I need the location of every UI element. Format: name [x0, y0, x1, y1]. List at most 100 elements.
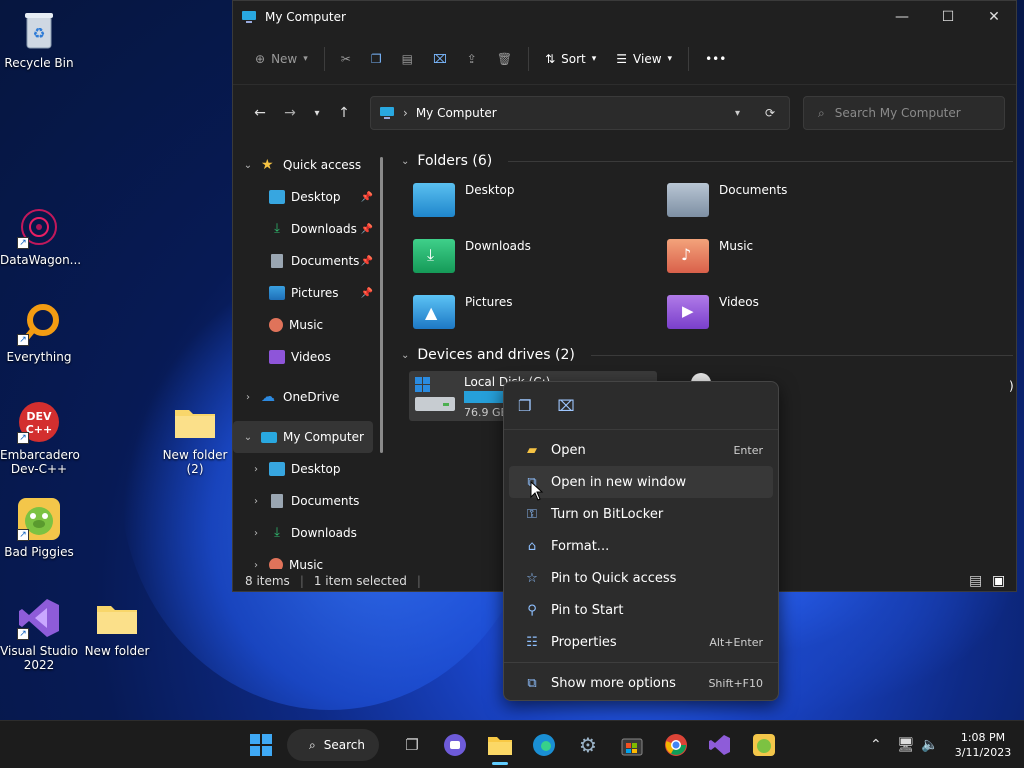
visual-studio-taskbar-button[interactable] [705, 730, 735, 760]
nav-quick-pictures[interactable]: Pictures 📌 [233, 277, 383, 309]
taskbar-clock[interactable]: 1:08 PM 3/11/2023 [948, 730, 1018, 760]
search-box[interactable]: ⌕ Search My Computer [803, 96, 1005, 130]
more-options-button[interactable]: ••• [695, 46, 736, 72]
folder-icon [488, 737, 512, 755]
menu-item-open-new-window[interactable]: ⧉ Open in new window [509, 466, 773, 498]
documents-folder-icon [667, 183, 709, 217]
folder-desktop[interactable]: Desktop [413, 183, 515, 217]
chevron-down-icon: ▾ [314, 107, 320, 119]
chevron-right-icon: › [246, 391, 250, 403]
copy-button[interactable]: ❐ [361, 46, 392, 72]
nav-quick-music[interactable]: Music [233, 309, 383, 341]
menu-item-properties[interactable]: ☷ Properties Alt+Enter [509, 626, 773, 658]
nav-quick-documents[interactable]: Documents 📌 [233, 245, 383, 277]
edge-button[interactable] [529, 730, 559, 760]
devices-section-header[interactable]: ⌄ Devices and drives (2) [393, 343, 1013, 367]
store-button[interactable] [617, 730, 647, 760]
copy-icon: ❐ [370, 51, 382, 66]
task-view-button[interactable]: ❐ [397, 730, 427, 760]
desktop-icon-new-folder-2[interactable]: New folder (2) [156, 400, 234, 476]
copy-icon[interactable]: ❐ [518, 397, 531, 415]
share-button[interactable]: ⇪ [457, 46, 487, 72]
details-view-button[interactable]: ▤ [969, 573, 982, 589]
address-path[interactable]: My Computer [416, 106, 497, 120]
maximize-button[interactable]: ☐ [925, 1, 971, 33]
breadcrumb-chevron-icon: › [403, 106, 408, 120]
taskbar: ⌕ Search ❐ ⚙ ⌃ 🖥 🔈 1:08 PM 3/11/2023 [0, 720, 1024, 768]
menu-item-pin-quick-access[interactable]: ☆ Pin to Quick access [509, 562, 773, 594]
chevron-right-icon: › [254, 463, 258, 475]
nav-quick-access[interactable]: ⌄ ★ Quick access [233, 149, 383, 181]
desktop-icon-recycle-bin[interactable]: ♻ Recycle Bin [0, 8, 78, 70]
downloads-folder-icon: ⤓ [413, 239, 455, 273]
paste-button[interactable]: ▤ [392, 46, 423, 72]
recent-locations-button[interactable]: ▾ [305, 98, 329, 128]
desktop-icon-new-folder[interactable]: New folder [78, 596, 156, 658]
minimize-button[interactable]: — [879, 1, 925, 33]
nav-scrollbar[interactable] [380, 157, 383, 453]
bad-piggies-icon [753, 734, 775, 756]
chat-button[interactable] [440, 730, 470, 760]
desktop-icon-everything[interactable]: ↗ Everything [0, 302, 78, 364]
taskbar-search-button[interactable]: ⌕ Search [287, 729, 379, 761]
folder-pictures[interactable]: ▲ Pictures [413, 295, 513, 329]
rename-icon: ⌧ [432, 51, 447, 66]
bad-piggies-taskbar-button[interactable] [749, 730, 779, 760]
nav-computer-downloads[interactable]: › ⤓ Downloads [233, 517, 383, 549]
chevron-down-icon: ▾ [303, 53, 308, 64]
shortcut-arrow-icon: ↗ [17, 432, 29, 444]
folder-downloads[interactable]: ⤓ Downloads [413, 239, 531, 273]
rename-icon[interactable]: ⌧ [557, 397, 574, 415]
cut-button[interactable]: ✂ [331, 46, 361, 72]
view-button[interactable]: ☰ View ▾ [606, 46, 682, 72]
more-icon: ••• [705, 51, 727, 66]
file-explorer-button[interactable] [485, 730, 515, 765]
edge-icon [533, 734, 555, 756]
menu-item-pin-start[interactable]: ⚲ Pin to Start [509, 594, 773, 626]
settings-button[interactable]: ⚙ [573, 730, 603, 760]
forward-button[interactable]: → [275, 98, 305, 128]
delete-button[interactable]: 🗑 [487, 46, 522, 72]
nav-quick-desktop[interactable]: Desktop 📌 [233, 181, 383, 213]
desktop-icon-label: New folder (2) [162, 448, 228, 476]
rename-button[interactable]: ⌧ [423, 46, 457, 72]
up-button[interactable]: ↑ [329, 98, 359, 128]
start-button[interactable] [246, 730, 276, 760]
chevron-right-icon: › [254, 559, 258, 570]
more-options-icon: ⧉ [527, 675, 537, 691]
desktop-icon-datawagon[interactable]: ↗ DataWagon... [0, 205, 81, 267]
refresh-icon[interactable]: ⟳ [765, 106, 775, 120]
pictures-icon [269, 286, 285, 300]
menu-item-open[interactable]: ▰ Open Enter [509, 434, 773, 466]
folder-music[interactable]: ♪ Music [667, 239, 753, 273]
back-button[interactable]: ← [245, 98, 275, 128]
folder-documents[interactable]: Documents [667, 183, 787, 217]
nav-computer-documents[interactable]: › Documents [233, 485, 383, 517]
volume-icon[interactable]: 🔈 [921, 721, 938, 768]
show-hidden-icons-button[interactable]: ⌃ [870, 721, 882, 768]
pin-icon: 📌 [360, 223, 373, 235]
chrome-button[interactable] [661, 730, 691, 760]
desktop-icon-devcpp[interactable]: DEV C++ ↗ Embarcadero Dev-C++ [0, 400, 80, 476]
address-history-chevron-icon[interactable]: ▾ [735, 108, 740, 119]
tiles-view-button[interactable]: ▣ [992, 573, 1005, 589]
nav-computer-music[interactable]: › Music [233, 549, 383, 569]
menu-item-show-more-options[interactable]: ⧉ Show more options Shift+F10 [509, 667, 773, 699]
desktop-icon-bad-piggies[interactable]: ↗ Bad Piggies [0, 497, 78, 559]
network-icon[interactable]: 🖥 [897, 721, 915, 768]
folder-videos[interactable]: ▶ Videos [667, 295, 759, 329]
nav-label: OneDrive [283, 390, 340, 404]
new-button[interactable]: ⊕ New ▾ [245, 46, 318, 72]
folders-section-header[interactable]: ⌄ Folders (6) [393, 149, 1013, 173]
nav-onedrive[interactable]: › ☁ OneDrive [233, 381, 383, 413]
nav-quick-videos[interactable]: Videos [233, 341, 383, 373]
nav-quick-downloads[interactable]: ⤓ Downloads 📌 [233, 213, 383, 245]
desktop-icon-visual-studio[interactable]: ↗ Visual Studio 2022 [0, 596, 78, 672]
sort-button[interactable]: ⇅ Sort ▾ [535, 46, 606, 72]
menu-item-format[interactable]: ⌂ Format... [509, 530, 773, 562]
close-button[interactable]: ✕ [971, 1, 1017, 33]
menu-item-bitlocker[interactable]: ⚿ Turn on BitLocker [509, 498, 773, 530]
nav-computer-desktop[interactable]: › Desktop [233, 453, 383, 485]
address-bar[interactable]: › My Computer ▾ ⟳ [370, 96, 790, 130]
nav-my-computer[interactable]: ⌄ My Computer [233, 421, 373, 453]
